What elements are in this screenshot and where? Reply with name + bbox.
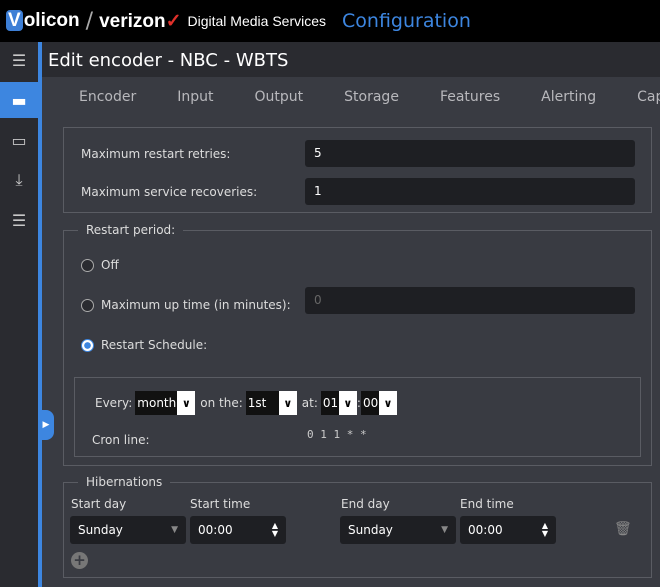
tab-input[interactable]: Input — [177, 77, 213, 117]
add-hibernation-icon[interactable]: + — [71, 552, 88, 569]
menu-icon[interactable]: ☰ — [0, 42, 38, 78]
service-recoveries-label: Maximum service recoveries: — [81, 185, 258, 199]
schedule-row: Every: month ∨ on the: 1st ∨ at: 01 ∨ : 00 ∨ — [95, 391, 397, 415]
day-of-month-select[interactable]: 1st — [245, 391, 279, 415]
chevron-down-icon[interactable]: ∨ — [177, 391, 196, 415]
chevron-down-icon[interactable]: ∨ — [278, 391, 297, 415]
end-day-select[interactable]: Sunday ▼ — [340, 516, 456, 544]
volicon-logo: Volicon — [6, 10, 80, 31]
radio-max-up[interactable]: Maximum up time (in minutes): — [81, 298, 291, 312]
cron-line-label: Cron line: — [92, 433, 150, 447]
verizon-logo: verizon✓ — [99, 10, 182, 32]
hour-select[interactable]: 01 — [320, 391, 339, 415]
logo-divider: / — [85, 8, 94, 34]
tab-bar: Encoder Input Output Storage Features Al… — [42, 77, 660, 117]
radio-schedule[interactable]: Restart Schedule: — [81, 338, 207, 352]
hibernations-legend: Hibernations — [86, 475, 163, 489]
tab-storage[interactable]: Storage — [344, 77, 399, 117]
download-icon[interactable]: ⤓ — [0, 162, 38, 198]
start-time-label: Start time — [190, 497, 251, 511]
restart-retries-input[interactable]: 5 — [305, 140, 635, 167]
section-title: Configuration — [342, 10, 471, 32]
sidebar-border — [38, 42, 42, 587]
schedule-box — [74, 377, 641, 457]
start-day-select[interactable]: Sunday ▼ — [70, 516, 186, 544]
tab-captions[interactable]: Captions — [637, 77, 660, 117]
tab-output[interactable]: Output — [255, 77, 304, 117]
restart-retries-label: Maximum restart retries: — [81, 147, 231, 161]
start-time-input[interactable]: 00:00 ▲ ▼ — [190, 516, 286, 544]
tab-features[interactable]: Features — [440, 77, 500, 117]
spinner-icon[interactable]: ▲ ▼ — [542, 522, 548, 538]
end-time-input[interactable]: 00:00 ▲ ▼ — [460, 516, 556, 544]
radio-schedule-button[interactable] — [81, 338, 94, 352]
chevron-down-icon[interactable]: ∨ — [338, 391, 357, 415]
service-recoveries-input[interactable]: 1 — [305, 178, 635, 205]
top-bar: Volicon / verizon✓ Digital Media Service… — [0, 0, 660, 42]
restart-period-legend: Restart period: — [86, 223, 176, 237]
end-day-label: End day — [341, 497, 390, 511]
page-title: Edit encoder - NBC - WBTS — [42, 42, 660, 77]
chevron-down-icon[interactable]: ∨ — [378, 391, 397, 415]
brand-subtitle: Digital Media Services — [187, 13, 327, 29]
tab-encoder[interactable]: Encoder — [79, 77, 136, 117]
radio-off[interactable]: Off — [81, 258, 119, 272]
radio-max-up-button[interactable] — [81, 298, 94, 312]
cron-line-value: 0 1 1 * * — [307, 428, 367, 441]
spinner-icon[interactable]: ▲ ▼ — [272, 522, 278, 538]
expand-sidebar-handle[interactable]: ▶ — [38, 410, 54, 440]
end-time-label: End time — [460, 497, 514, 511]
minute-select[interactable]: 00 — [360, 391, 379, 415]
max-up-time-input[interactable]: 0 — [305, 287, 635, 314]
encoder-nav-icon[interactable]: ▬ — [0, 82, 38, 118]
sidebar: ☰ ▬ ▭ ⤓ ☰ — [0, 42, 38, 587]
list-icon[interactable]: ☰ — [0, 202, 38, 238]
caret-down-icon: ▼ — [171, 525, 178, 535]
caret-down-icon: ▼ — [441, 525, 448, 535]
id-card-icon[interactable]: ▭ — [0, 122, 38, 158]
every-select[interactable]: month — [135, 391, 178, 415]
tab-alerting[interactable]: Alerting — [541, 77, 596, 117]
start-day-label: Start day — [71, 497, 127, 511]
radio-off-button[interactable] — [81, 258, 94, 272]
trash-icon[interactable]: 🗑 — [614, 521, 632, 537]
